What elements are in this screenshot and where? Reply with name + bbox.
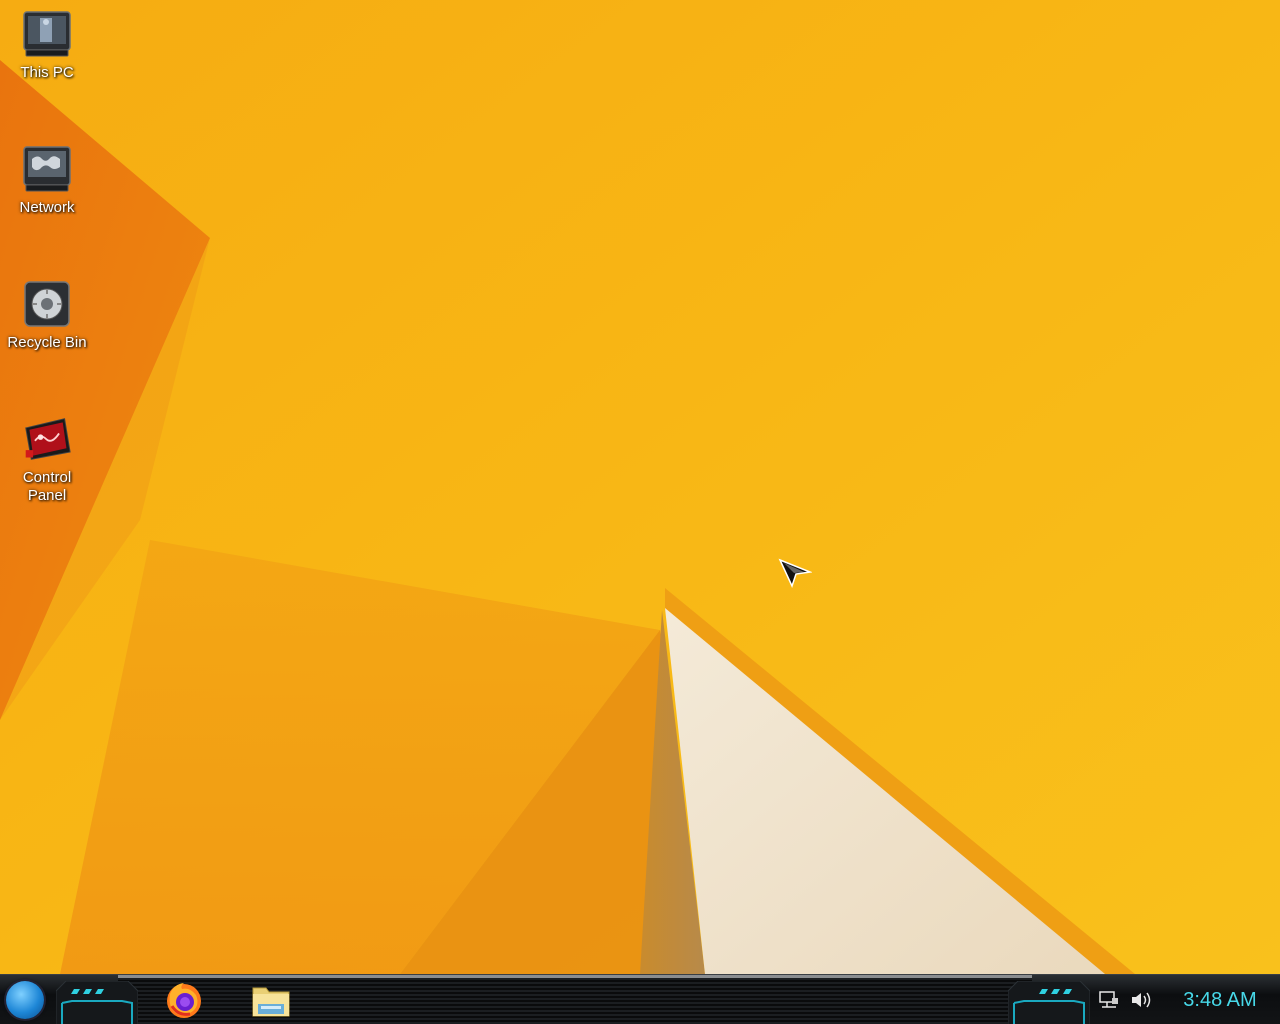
system-tray [1098, 985, 1168, 1015]
taskbar: 3:48 AM [0, 974, 1280, 1024]
folder-icon [252, 987, 290, 1017]
taskbar-decoration-left [56, 981, 138, 1024]
desktop-icon-label: Control Panel [22, 469, 72, 504]
desktop-icon-network[interactable]: Network [0, 143, 94, 217]
volume-icon[interactable] [1130, 990, 1152, 1010]
taskbar-file-explorer-button[interactable] [248, 977, 294, 1023]
taskbar-clock[interactable]: 3:48 AM [1170, 986, 1270, 1014]
network-status-icon[interactable] [1098, 990, 1120, 1010]
recycle-bin-icon [22, 278, 72, 330]
firefox-icon [167, 983, 201, 1018]
computer-icon [22, 8, 72, 60]
desktop-icon-label: This PC [20, 64, 74, 81]
taskbar-decoration-right [1008, 981, 1090, 1024]
wallpaper [0, 0, 1280, 974]
mouse-pointer-icon [778, 558, 812, 588]
start-button[interactable] [6, 981, 44, 1019]
desktop-icon-this-pc[interactable]: This PC [0, 8, 94, 82]
desktop-icon-label: Network [19, 199, 75, 216]
network-icon [22, 143, 72, 195]
desktop-icon-label: Recycle Bin [7, 334, 87, 351]
desktop-icon-control-panel[interactable]: Control Panel [0, 413, 94, 505]
desktop-icon-recycle-bin[interactable]: Recycle Bin [0, 278, 94, 352]
taskbar-firefox-button[interactable] [161, 977, 207, 1023]
desktop[interactable]: This PC Network Recycle Bin Control Pane… [0, 0, 1280, 1024]
control-panel-icon [22, 413, 72, 465]
